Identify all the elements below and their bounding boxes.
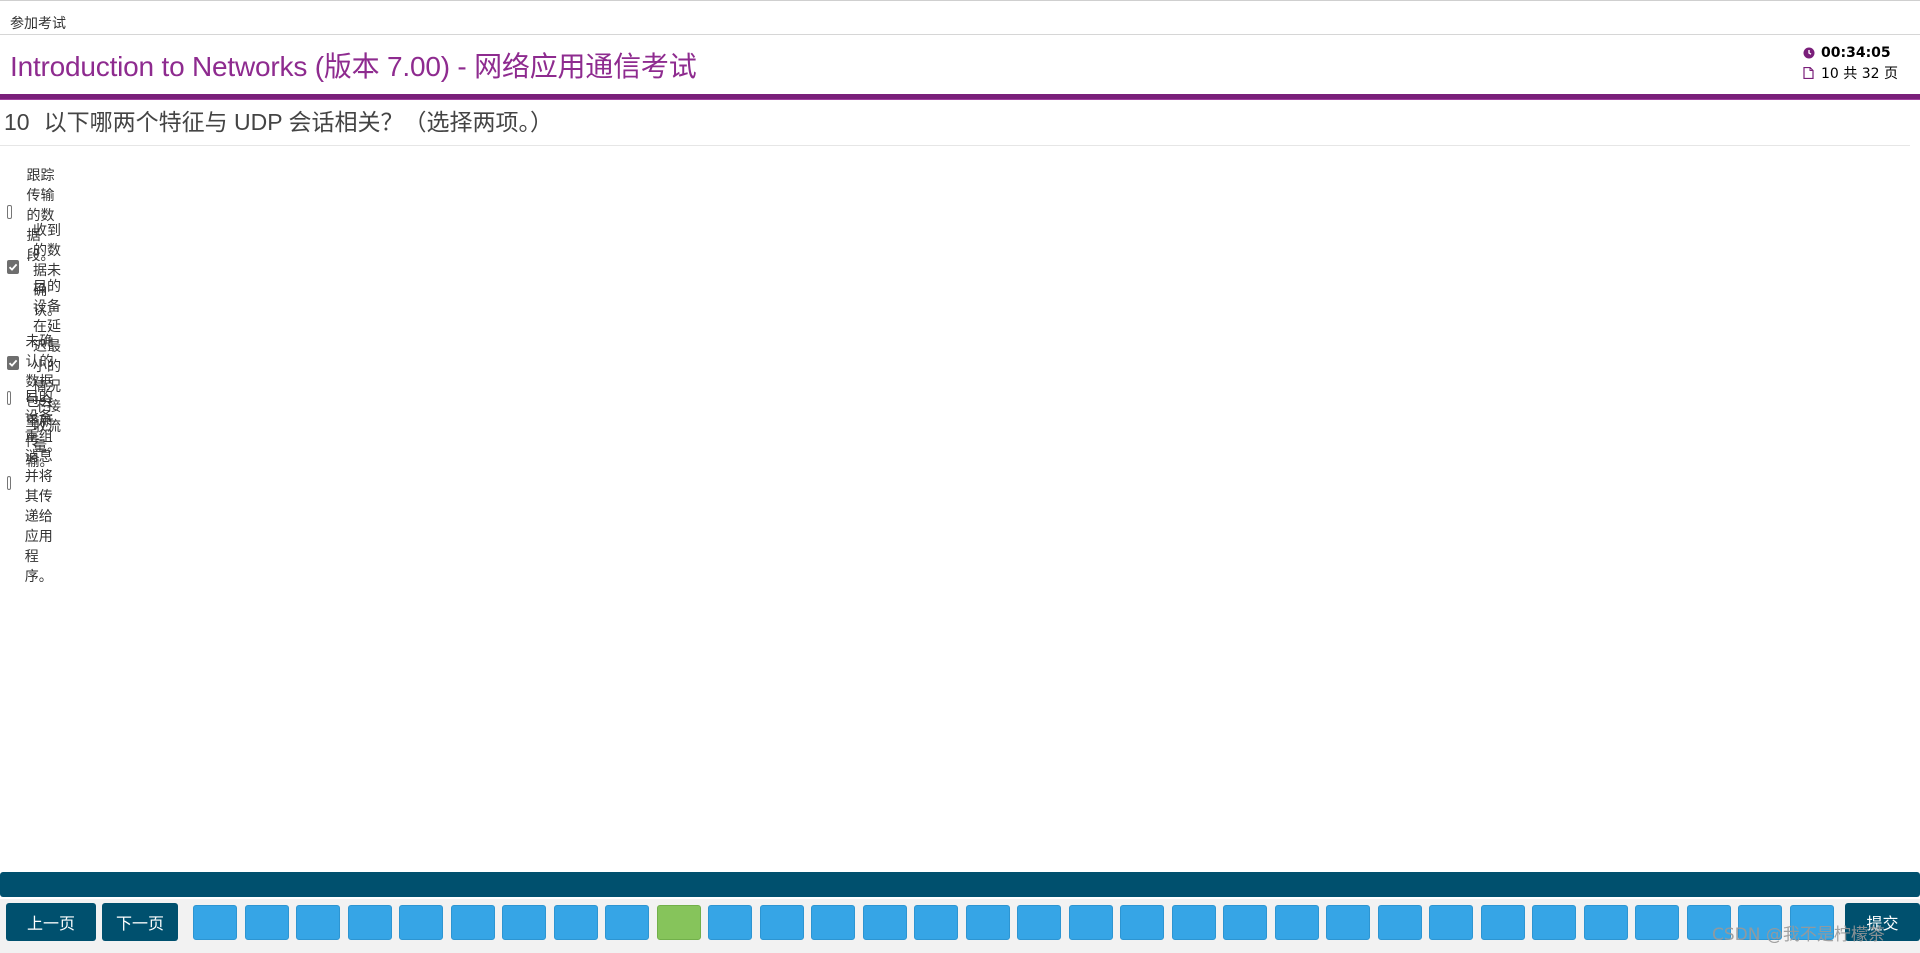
option-checkbox[interactable] [7,260,19,274]
option-label: 目的设备重组消息并将其传递给应用程序。 [24,389,53,585]
page-button[interactable] [1326,905,1370,940]
exam-title: Introduction to Networks (版本 7.00) - 网络应… [10,51,697,82]
answer-option[interactable]: 目的设备重组消息并将其传递给应用程序。 [7,383,63,585]
question-text: 以下哪两个特征与 UDP 会话相关？（选择两项。） [43,109,554,135]
exam-header: Introduction to Networks (版本 7.00) - 网络应… [0,35,1920,95]
page-button[interactable] [502,905,546,940]
breadcrumb: 参加考试 [10,16,66,32]
question-heading: 10 以下哪两个特征与 UDP 会话相关？（选择两项。） [4,103,553,137]
footer-navigation: 上一页 下一页 提交 [0,899,1920,953]
page-button[interactable] [1017,905,1061,940]
page-button[interactable] [1068,905,1113,940]
page-button[interactable] [965,905,1010,940]
top-strip: 参加考试 [0,0,1920,35]
page-button[interactable] [708,905,752,940]
page-button[interactable] [244,905,289,940]
page-icon [1803,67,1821,79]
page-button[interactable] [1429,905,1473,940]
page-button[interactable] [1120,905,1164,940]
page-button[interactable] [553,905,598,940]
question-divider [0,145,1910,146]
watermark: CSDN @我不是柠檬茶 [1712,925,1885,945]
page-button[interactable] [1377,905,1422,940]
page-button[interactable] [1223,905,1267,940]
page-button[interactable] [296,905,340,940]
page-button[interactable] [811,905,855,940]
page-button[interactable] [1583,905,1628,940]
page-button[interactable] [1635,905,1679,940]
page-button[interactable] [1171,905,1216,940]
page-button[interactable] [862,905,907,940]
exam-status: 00:34:05 10 共 32 页 [1803,43,1898,83]
page-button[interactable] [914,905,958,940]
page-button[interactable] [759,905,804,940]
option-checkbox[interactable] [7,476,11,490]
next-page-button[interactable]: 下一页 [102,903,178,941]
timer-value: 00:34:05 [1821,45,1891,61]
page-button[interactable] [399,905,443,940]
timer-row: 00:34:05 [1803,43,1898,63]
page-button[interactable] [1480,905,1525,940]
page-button[interactable] [656,905,701,940]
page-info-row: 10 共 32 页 [1803,63,1898,83]
question-number: 10 [4,109,30,135]
page-button[interactable] [605,905,649,940]
previous-page-button[interactable]: 上一页 [6,903,96,941]
page-button[interactable] [450,905,495,940]
page-button[interactable] [1274,905,1319,940]
page-button[interactable] [193,905,237,940]
clock-icon [1803,47,1821,59]
page-info: 10 共 32 页 [1821,66,1898,82]
header-accent-bar [0,94,1920,100]
footer-progress-bar [0,872,1920,897]
page-button[interactable] [1532,905,1576,940]
page-button[interactable] [347,905,392,940]
